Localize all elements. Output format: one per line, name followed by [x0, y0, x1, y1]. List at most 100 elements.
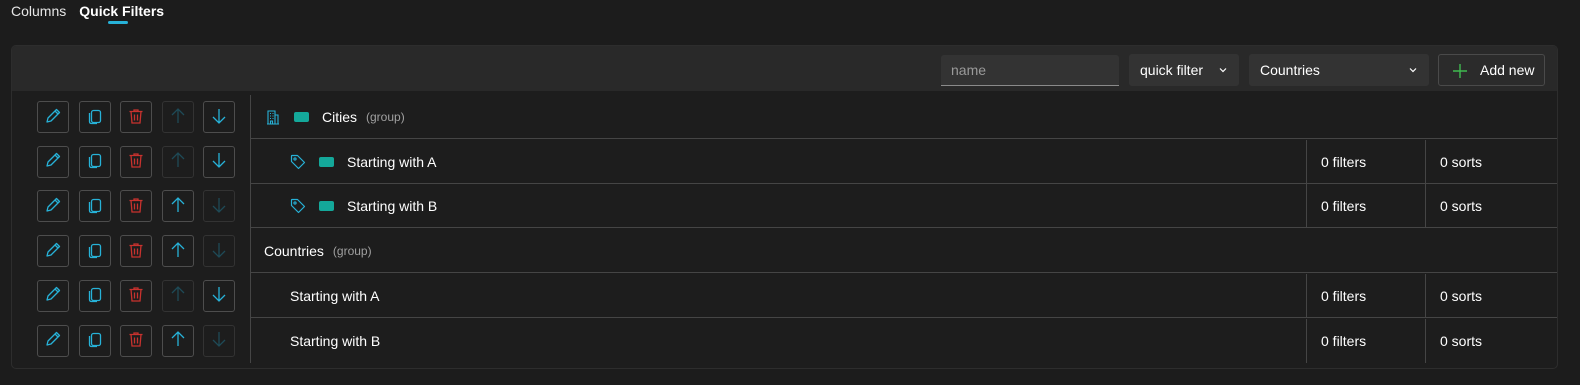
name-input[interactable] [941, 55, 1119, 86]
edit-button[interactable] [37, 101, 69, 133]
entity-select[interactable]: Countries [1249, 54, 1429, 86]
row-label[interactable]: Starting with A [290, 140, 437, 184]
pencil-icon [44, 285, 62, 306]
arrow-down-icon [210, 196, 228, 217]
filters-count: 0 filters [1321, 287, 1367, 304]
filter-type-select[interactable]: quick filter [1129, 54, 1239, 86]
arrow-down-icon [210, 285, 228, 306]
row-label[interactable]: Starting with B [290, 319, 380, 363]
trash-icon [127, 241, 145, 262]
trash-icon [127, 285, 145, 306]
row-name: Countries [264, 243, 324, 260]
column-divider [1425, 273, 1426, 318]
column-divider [1306, 184, 1307, 229]
tab-columns[interactable]: Columns [11, 0, 66, 30]
row-name: Starting with B [347, 198, 438, 215]
duplicate-button[interactable] [79, 235, 111, 268]
delete-button[interactable] [120, 101, 152, 133]
duplicate-button[interactable] [79, 145, 111, 178]
delete-button[interactable] [120, 145, 152, 178]
row-name: Starting with A [347, 153, 437, 170]
duplicate-button[interactable] [79, 190, 111, 223]
group-row: Countries (group) [12, 229, 1557, 274]
column-divider [1425, 139, 1426, 184]
copy-icon [86, 330, 104, 351]
filter-type-value: quick filter [1140, 62, 1204, 78]
move-up-button[interactable] [162, 324, 194, 357]
move-down-button[interactable] [203, 145, 235, 178]
duplicate-button[interactable] [79, 279, 111, 312]
trash-icon [127, 107, 145, 128]
trash-icon [127, 196, 145, 217]
row-name: Starting with A [290, 287, 380, 304]
delete-button[interactable] [120, 235, 152, 268]
toolbar: quick filter Countries Add new [12, 46, 1557, 91]
color-swatch [319, 156, 334, 167]
arrow-down-icon [210, 151, 228, 172]
copy-icon [86, 151, 104, 172]
chevron-down-icon [1219, 68, 1227, 73]
row-label[interactable]: Starting with A [290, 274, 380, 318]
arrow-up-icon [169, 151, 187, 172]
duplicate-button[interactable] [79, 324, 111, 357]
arrow-down-icon [210, 107, 228, 128]
edit-button[interactable] [37, 145, 69, 178]
trash-icon [127, 151, 145, 172]
move-down-button[interactable] [203, 235, 235, 268]
move-up-button[interactable] [162, 101, 194, 133]
edit-button[interactable] [37, 279, 69, 312]
row-name: Cities [322, 109, 358, 125]
pencil-icon [44, 196, 62, 217]
move-down-button[interactable] [203, 190, 235, 223]
tag-icon [290, 154, 306, 169]
filter-row: Starting with B 0 filters 0 sorts [12, 184, 1557, 229]
arrow-up-icon [169, 241, 187, 262]
move-down-button[interactable] [203, 101, 235, 133]
pencil-icon [44, 107, 62, 128]
add-new-label: Add new [1480, 62, 1535, 78]
tab-bar: Columns Quick Filters [11, 0, 164, 30]
move-down-button[interactable] [203, 279, 235, 312]
row-label[interactable]: Cities (group) [265, 95, 405, 139]
color-swatch [294, 112, 309, 122]
edit-button[interactable] [37, 235, 69, 268]
tab-quick-filters[interactable]: Quick Filters [79, 0, 164, 30]
row-label[interactable]: Countries (group) [264, 229, 372, 273]
filter-row: Starting with A 0 filters 0 sorts [12, 139, 1557, 184]
sorts-count: 0 sorts [1440, 287, 1483, 304]
building-icon [267, 110, 279, 125]
quick-filters-panel: quick filter Countries Add new Cities (g… [11, 45, 1558, 369]
delete-button[interactable] [120, 279, 152, 312]
plus-icon [1453, 64, 1467, 78]
duplicate-button[interactable] [79, 101, 111, 133]
color-swatch [319, 201, 334, 212]
move-down-button[interactable] [203, 324, 235, 357]
arrow-down-icon [210, 330, 228, 351]
delete-button[interactable] [120, 190, 152, 223]
arrow-up-icon [169, 196, 187, 217]
filter-row: Starting with B 0 filters 0 sorts [12, 318, 1557, 363]
entity-select-value: Countries [1260, 62, 1320, 78]
trash-icon [127, 330, 145, 351]
chevron-down-icon [1409, 68, 1417, 73]
arrow-up-icon [169, 330, 187, 351]
row-label[interactable]: Starting with B [290, 184, 437, 228]
edit-button[interactable] [37, 324, 69, 357]
move-up-button[interactable] [162, 279, 194, 312]
move-up-button[interactable] [162, 190, 194, 223]
edit-button[interactable] [37, 190, 69, 223]
move-up-button[interactable] [162, 145, 194, 178]
column-divider [1425, 318, 1426, 363]
add-new-button[interactable]: Add new [1438, 54, 1545, 86]
sorts-count: 0 sorts [1440, 153, 1483, 170]
sorts-count: 0 sorts [1440, 198, 1483, 215]
move-up-button[interactable] [162, 235, 194, 268]
pencil-icon [44, 330, 62, 351]
arrow-down-icon [210, 241, 228, 262]
arrow-up-icon [169, 107, 187, 128]
filters-count: 0 filters [1321, 332, 1367, 349]
column-divider [1425, 184, 1426, 229]
delete-button[interactable] [120, 324, 152, 357]
tag-icon [290, 199, 306, 214]
copy-icon [86, 196, 104, 217]
